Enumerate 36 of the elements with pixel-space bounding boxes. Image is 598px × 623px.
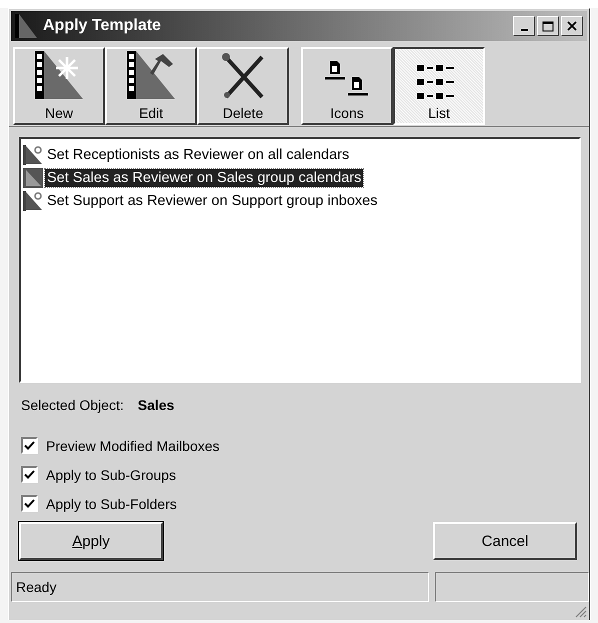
template-app-icon (15, 14, 37, 38)
checkbox[interactable] (21, 495, 38, 512)
checkbox-label[interactable]: Apply to Sub-Folders (46, 496, 177, 512)
toolbar-button[interactable]: Edit (105, 47, 197, 125)
toolbar-button[interactable]: List (393, 47, 485, 125)
window-title: Apply Template (43, 17, 162, 35)
maximize-button[interactable] (537, 16, 559, 36)
template-icon (23, 190, 43, 210)
template-icon (23, 144, 43, 164)
status-text: Ready (11, 572, 429, 602)
template-icon (23, 168, 43, 188)
checkmark-icon (24, 498, 35, 508)
checkmark-icon (24, 470, 35, 480)
checkbox[interactable] (21, 466, 38, 483)
toolbar-button[interactable]: Icons (301, 47, 393, 125)
checkbox[interactable] (21, 437, 38, 454)
checkbox-label[interactable]: Preview Modified Mailboxes (46, 438, 220, 454)
template-list-item[interactable]: Set Support as Reviewer on Support group inboxes (23, 189, 577, 212)
selected-object-value: Sales (138, 397, 174, 413)
minimize-button[interactable] (513, 16, 535, 36)
apply-button[interactable]: Apply (19, 522, 163, 560)
cancel-button[interactable]: Cancel (433, 522, 577, 560)
selected-object-label: Selected Object: (21, 397, 124, 413)
template-new-icon (33, 49, 85, 101)
template-list-item[interactable]: Set Receptionists as Reviewer on all calendars (23, 143, 577, 166)
toolbar-button[interactable]: Delete (197, 47, 289, 125)
checkmark-icon (24, 440, 35, 450)
close-button[interactable] (561, 16, 583, 36)
close-icon (567, 21, 577, 31)
resize-grip-icon[interactable] (573, 604, 587, 618)
toolbar-button[interactable]: New (13, 47, 105, 125)
minimize-icon (520, 28, 528, 30)
checkbox-label[interactable]: Apply to Sub-Groups (46, 466, 176, 482)
maximize-icon (542, 20, 554, 32)
template-list-item[interactable]: Set Sales as Reviewer on Sales group calendars (23, 166, 577, 189)
template-hammer-icon (125, 49, 177, 101)
